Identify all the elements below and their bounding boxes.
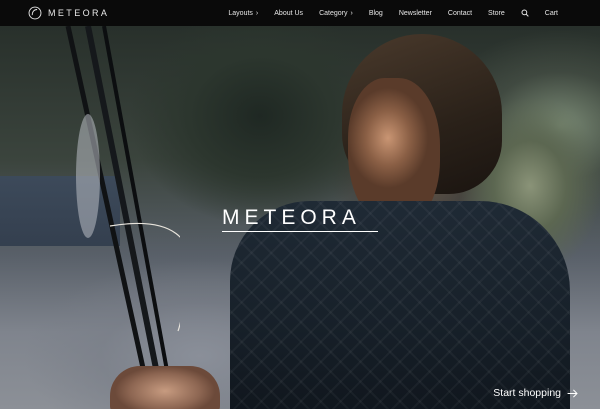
- start-shopping-link[interactable]: Start shopping: [493, 387, 578, 399]
- brand-logo[interactable]: METEORA: [28, 4, 109, 22]
- nav-item-label: Contact: [447, 9, 473, 17]
- nav-item-label: About Us: [274, 9, 304, 17]
- nav-item-newsletter[interactable]: Newsletter: [391, 0, 440, 26]
- circle-logo-icon: [28, 6, 42, 20]
- nav-item-label: Category: [319, 9, 348, 17]
- main-menu: Layouts › About Us Category › Blog Newsl…: [220, 0, 566, 26]
- fishing-rods-graphic: [65, 26, 180, 409]
- cart-label: Cart: [544, 9, 558, 17]
- search-icon: [521, 9, 529, 17]
- page: METEORA Layouts › About Us Category › Bl…: [0, 0, 600, 409]
- hero-title-underline: [222, 231, 378, 232]
- nav-item-blog[interactable]: Blog: [361, 0, 391, 26]
- brand-name: METEORA: [48, 8, 110, 18]
- chevron-right-icon: ›: [350, 9, 353, 17]
- chevron-right-icon: ›: [255, 9, 259, 17]
- nav-item-label: Layouts: [228, 9, 253, 17]
- hero-title: METEORA: [222, 206, 361, 229]
- nav-item-label: Blog: [368, 9, 383, 17]
- arrow-right-icon: [567, 389, 578, 397]
- nav-item-category[interactable]: Category ›: [311, 0, 361, 26]
- nav-item-store[interactable]: Store: [480, 0, 513, 26]
- cart-link[interactable]: Cart: [537, 0, 566, 26]
- nav-item-label: Newsletter: [398, 9, 432, 17]
- hero-person-hand: [110, 366, 220, 409]
- hero-person-jacket: [230, 201, 570, 409]
- cta-label: Start shopping: [493, 387, 561, 399]
- nav-item-layouts[interactable]: Layouts ›: [220, 0, 266, 26]
- top-navbar: METEORA Layouts › About Us Category › Bl…: [0, 0, 600, 26]
- nav-item-about-us[interactable]: About Us: [266, 0, 311, 26]
- search-button[interactable]: [513, 0, 537, 26]
- hero-banner: METEORA Start shopping: [0, 26, 600, 409]
- nav-item-contact[interactable]: Contact: [440, 0, 480, 26]
- nav-item-label: Store: [488, 9, 505, 17]
